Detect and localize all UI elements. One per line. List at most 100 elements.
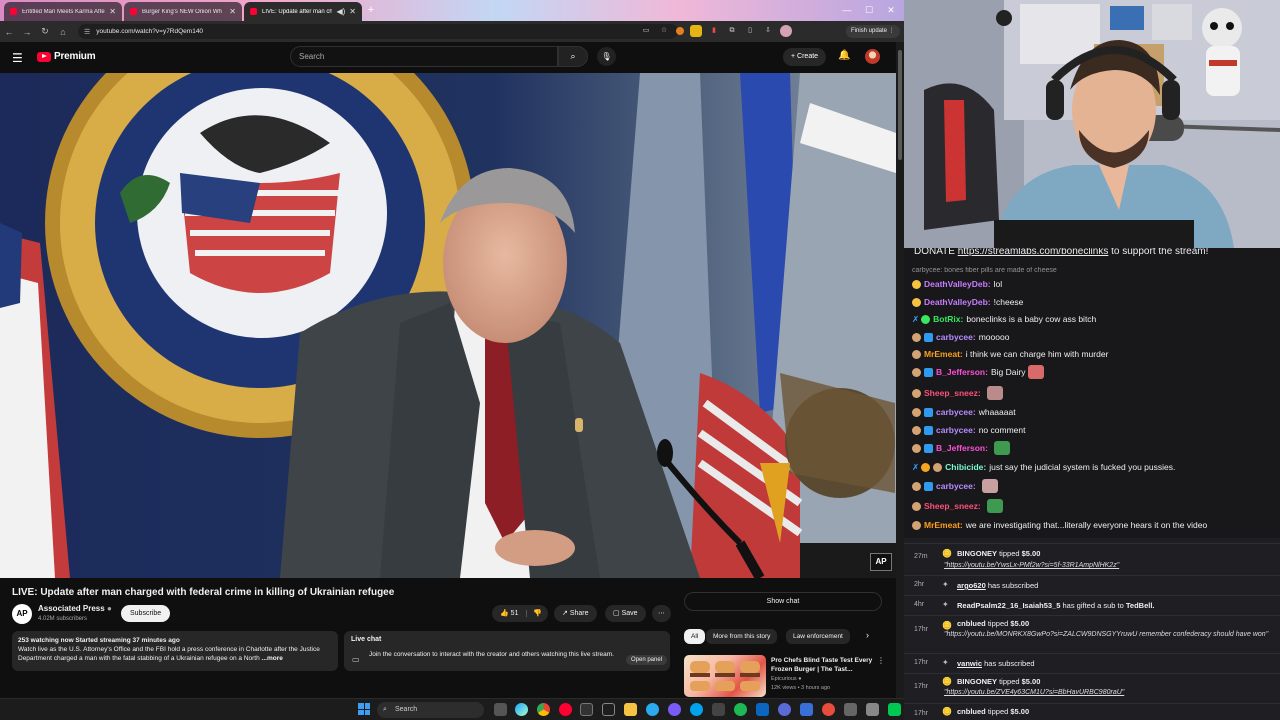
forward-arrow-icon[interactable]: → (18, 27, 36, 37)
app-blue-icon[interactable] (756, 703, 769, 716)
more-options-icon[interactable]: ⋮ (877, 656, 885, 665)
chat-username[interactable]: Sheep_sneez: (924, 388, 981, 398)
recommended-title[interactable]: Pro Chefs Blind Taste Test Every Frozen … (771, 656, 883, 674)
steam-icon[interactable] (690, 703, 703, 716)
event-user[interactable]: ReadPsalm22_16_Isaiah53_5 (957, 601, 1060, 610)
event-message-text[interactable]: "https://youtu.be/ZVE4y63CM1U?si=BbHavUR… (944, 689, 1124, 696)
tab-live-update[interactable]: LIVE: Update after man ch ◀) ✕ (244, 2, 362, 21)
show-chat-button[interactable]: Show chat (684, 592, 882, 611)
recommended-video[interactable]: Pro Chefs Blind Taste Test Every Frozen … (684, 654, 896, 698)
chat-username[interactable]: MrEmeat: (924, 349, 963, 359)
chip-law-enforcement[interactable]: Law enforcement (786, 629, 850, 644)
bookmark-star-icon[interactable]: ☆ (658, 25, 670, 37)
site-info-icon[interactable]: ☰ (84, 28, 90, 36)
app-grey-icon[interactable] (866, 703, 879, 716)
chat-username[interactable]: B_Jefferson: (936, 443, 988, 453)
more-actions-icon[interactable]: ⋯ (652, 605, 671, 622)
chat-username[interactable]: BotRix: (933, 314, 963, 324)
app-icon[interactable] (712, 703, 725, 716)
channel-name[interactable]: Associated Press ● (38, 604, 112, 613)
tab-burger-king[interactable]: Burger King's NEW Onion Wh ✕ (124, 2, 242, 21)
recommended-channel[interactable]: Epicurious ● (771, 676, 802, 682)
profile-icon[interactable] (780, 25, 792, 37)
like-dislike-button[interactable]: 👍 51 👎 (492, 605, 548, 622)
chat-username[interactable]: carbycee: (936, 425, 976, 435)
description-more-link[interactable]: ...more (262, 655, 283, 662)
task-view-icon[interactable] (494, 703, 507, 716)
chat-username[interactable]: DeathValleyDeb: (924, 297, 991, 307)
menu-icon[interactable]: ☰ (12, 51, 23, 65)
youtube-app-icon[interactable] (559, 703, 572, 716)
discord-icon[interactable] (668, 703, 681, 716)
create-button[interactable]: + Create (783, 48, 827, 66)
maximize-icon[interactable]: ☐ (858, 2, 880, 18)
search-button[interactable]: ⌕ (558, 46, 588, 67)
chat-username[interactable]: DeathValleyDeb: (924, 279, 991, 289)
recommended-thumbnail[interactable] (684, 655, 766, 697)
save-button[interactable]: ▢ Save (605, 605, 646, 622)
chat-username[interactable]: MrEmeat: (924, 520, 963, 530)
downloads-icon[interactable]: ⇩ (762, 25, 774, 37)
chat-username[interactable]: B_Jefferson: (936, 367, 988, 377)
chat-username[interactable]: Chibicide: (945, 462, 986, 472)
edge-icon[interactable] (515, 703, 528, 716)
new-tab-plus-icon[interactable]: + (364, 4, 378, 18)
app-green-icon[interactable] (888, 703, 901, 716)
back-arrow-icon[interactable]: ← (0, 27, 18, 37)
close-icon[interactable]: ✕ (229, 7, 236, 16)
url-field[interactable]: ☰ youtube.com/watch?v=y7RdQem140 (78, 24, 678, 39)
event-user[interactable]: argo620 (957, 581, 986, 590)
chrome-icon[interactable] (537, 703, 550, 716)
event-message-text[interactable]: "https://youtu.be/MONRKX8GwPo?si=ZALCW9D… (944, 631, 1268, 638)
snipping-icon[interactable] (844, 703, 857, 716)
notifications-bell-icon[interactable]: 🔔 (838, 50, 850, 61)
donate-link[interactable]: https://streamlabs.com/boneclinks (958, 248, 1109, 257)
terminal-icon[interactable] (602, 703, 615, 716)
file-explorer-icon[interactable] (624, 703, 637, 716)
event-message-text[interactable]: "https://youtu.be/YwsLx-PMf2w?si=5f-33R1… (944, 562, 1119, 569)
chat-username[interactable]: Sheep_sneez: (924, 501, 981, 511)
share-button[interactable]: ↗ Share (554, 605, 597, 622)
tab-entitled-man[interactable]: Entitled Man Meets Karma Afte ✕ (4, 2, 122, 21)
subscribe-button[interactable]: Subscribe (121, 605, 171, 622)
app-square-icon[interactable] (800, 703, 813, 716)
channel-avatar[interactable]: AP (12, 604, 32, 624)
speaker-icon[interactable]: ◀) (336, 7, 345, 16)
account-avatar[interactable] (865, 49, 880, 64)
map-pin-icon[interactable] (822, 703, 835, 716)
telegram-icon[interactable] (646, 703, 659, 716)
description-box[interactable]: 253 watching now Started streaming 37 mi… (12, 631, 338, 671)
minimize-icon[interactable]: — (836, 2, 858, 18)
app-round-icon[interactable] (778, 703, 791, 716)
event-user[interactable]: vanwic (957, 659, 982, 668)
search-input[interactable]: Search (290, 46, 558, 67)
windows-start-icon[interactable] (358, 703, 370, 715)
reload-icon[interactable]: ↻ (36, 26, 54, 37)
chat-username[interactable]: carbycee: (936, 407, 976, 417)
page-scrollbar-thumb[interactable] (898, 50, 902, 160)
window-close-icon[interactable]: ✕ (880, 2, 902, 18)
video-player[interactable]: AP (0, 73, 896, 578)
close-icon[interactable]: ✕ (109, 7, 116, 16)
sidepanel-icon[interactable]: ▯ (744, 25, 756, 37)
obs-icon[interactable] (580, 703, 593, 716)
thumbs-down-icon[interactable]: 👎 (526, 610, 543, 617)
close-icon[interactable]: ✕ (349, 7, 356, 16)
extension-yellow-icon[interactable] (690, 25, 702, 37)
home-icon[interactable]: ⌂ (54, 27, 72, 37)
puzzle-icon[interactable]: ⧉ (726, 25, 738, 37)
cast-icon[interactable]: ▭ (640, 25, 652, 37)
youtube-logo[interactable]: Premium (37, 51, 96, 62)
chat-username[interactable]: carbycee: (936, 481, 976, 491)
voice-search-icon[interactable]: 🎙 (597, 47, 616, 66)
event-recipient[interactable]: TedBell. (1126, 601, 1155, 610)
taskbar-search[interactable]: ⌕ Search (377, 702, 484, 718)
chip-more-from-this-story[interactable]: More from this story (706, 629, 778, 644)
spotify-icon[interactable] (734, 703, 747, 716)
chat-username[interactable]: carbycee: (936, 332, 976, 342)
extension-red-icon[interactable]: ▮ (708, 25, 720, 37)
chevron-right-icon[interactable]: › (866, 630, 869, 640)
extension-orange-icon[interactable] (676, 27, 684, 35)
chip-all[interactable]: All (684, 629, 706, 644)
open-panel-button[interactable]: Open panel (626, 655, 668, 665)
